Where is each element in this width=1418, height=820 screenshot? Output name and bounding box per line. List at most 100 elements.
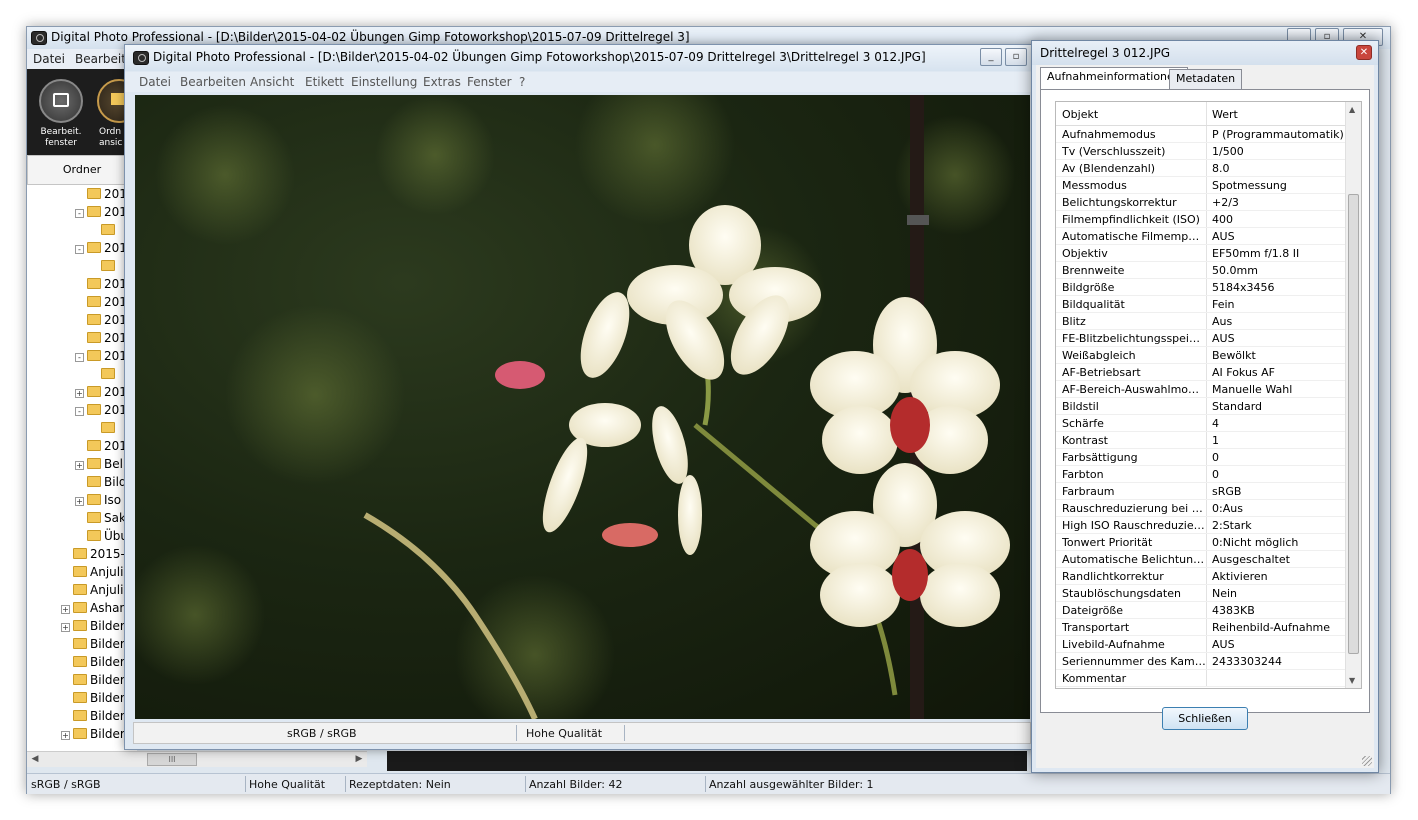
table-row[interactable]: Brennweite 50.0mm <box>1056 262 1347 279</box>
tree-item[interactable]: Anjuli c <box>61 565 134 583</box>
table-row[interactable]: Schärfe 4 <box>1056 415 1347 432</box>
table-row[interactable]: AF-Bereich-Auswahlmodus Manuelle Wahl <box>1056 381 1347 398</box>
table-row[interactable]: Weißabgleich Bewölkt <box>1056 347 1347 364</box>
expand-icon[interactable]: + <box>75 497 84 506</box>
tree-item[interactable] <box>89 259 118 277</box>
dialog-titlebar[interactable]: Drittelregel 3 012.JPG ✕ <box>1032 41 1378 65</box>
table-row[interactable]: Farbton 0 <box>1056 466 1347 483</box>
column-header-object[interactable]: Objekt <box>1062 108 1206 121</box>
tree-item[interactable] <box>89 223 118 241</box>
tree-item[interactable]: 201 <box>75 313 127 331</box>
expand-icon[interactable]: + <box>75 389 84 398</box>
table-row[interactable]: Seriennummer des Kamera... 2433303244 <box>1056 653 1347 670</box>
collapse-icon[interactable]: - <box>75 353 84 362</box>
table-row[interactable]: Automatische Filmempfindli... AUS <box>1056 228 1347 245</box>
folder-tree-hscrollbar[interactable]: ◀ III ▶ <box>27 751 367 767</box>
menu-bearbeiten[interactable]: Bearbeiten <box>180 75 246 89</box>
tree-item[interactable]: Bilder f <box>61 637 133 655</box>
tree-item[interactable] <box>89 421 118 439</box>
viewer-titlebar[interactable]: Digital Photo Professional - [D:\Bilder\… <box>125 45 1039 71</box>
collapse-icon[interactable]: - <box>75 209 84 218</box>
photo-orchid-image[interactable] <box>135 95 1030 719</box>
tree-item[interactable]: -201 <box>75 205 127 223</box>
table-row[interactable]: Bildgröße 5184x3456 <box>1056 279 1347 296</box>
collapse-icon[interactable]: - <box>75 407 84 416</box>
tab-aufnahmeinformationen[interactable]: Aufnahmeinformationen <box>1040 67 1188 89</box>
scroll-right-arrow-icon[interactable]: ▶ <box>351 752 367 767</box>
tree-item[interactable]: 201 <box>75 439 127 457</box>
table-row[interactable]: Tonwert Priorität 0:Nicht möglich <box>1056 534 1347 551</box>
table-row[interactable]: Livebild-Aufnahme AUS <box>1056 636 1347 653</box>
tree-item[interactable]: Bilder f <box>61 673 133 691</box>
expand-icon[interactable]: + <box>61 731 70 740</box>
tab-metadaten[interactable]: Metadaten <box>1169 69 1243 89</box>
table-vscrollbar[interactable]: ▲ ▼ <box>1345 102 1361 688</box>
tree-item[interactable]: + Iso <box>75 493 121 511</box>
tree-item[interactable]: 201 <box>75 187 127 205</box>
expand-icon[interactable]: + <box>61 623 70 632</box>
tree-item[interactable]: Bilder f <box>61 655 133 673</box>
expand-icon[interactable]: + <box>75 461 84 470</box>
filmstrip[interactable] <box>387 751 1027 771</box>
table-row[interactable]: Belichtungskorrektur +2/3 <box>1056 194 1347 211</box>
table-row[interactable]: Av (Blendenzahl) 8.0 <box>1056 160 1347 177</box>
table-row[interactable]: Staublöschungsdaten Nein <box>1056 585 1347 602</box>
table-row[interactable]: Bildstil Standard <box>1056 398 1347 415</box>
table-row[interactable]: Randlichtkorrektur Aktivieren <box>1056 568 1347 585</box>
vscroll-thumb[interactable] <box>1348 194 1359 654</box>
table-row[interactable]: Dateigröße 4383KB <box>1056 602 1347 619</box>
resize-grip-icon[interactable] <box>1362 756 1372 766</box>
tree-item[interactable]: -201 <box>75 403 127 421</box>
tree-item[interactable]: Bild <box>75 475 127 493</box>
table-row[interactable]: AF-Betriebsart AI Fokus AF <box>1056 364 1347 381</box>
scroll-up-arrow-icon[interactable]: ▲ <box>1349 105 1355 114</box>
menu-ansicht[interactable]: Ansicht <box>250 75 294 89</box>
folder-tree[interactable]: 201-201-201 201 201 201 201-201 +201-201 201 + B… <box>27 185 137 761</box>
menu-datei[interactable]: Datei <box>139 75 171 89</box>
table-row[interactable]: Transportart Reihenbild-Aufnahme <box>1056 619 1347 636</box>
dialog-close-icon[interactable]: ✕ <box>1356 45 1372 60</box>
edit-window-button[interactable] <box>39 79 83 123</box>
tree-item[interactable]: -201 <box>75 241 127 259</box>
menu-fenster[interactable]: Fenster <box>467 75 512 89</box>
menu-etikett[interactable]: Etikett <box>305 75 344 89</box>
table-row[interactable]: Filmempfindlichkeit (ISO) 400 <box>1056 211 1347 228</box>
shooting-info-table[interactable]: Objekt Wert Aufnahmemodus P (Programmauto… <box>1055 101 1362 689</box>
table-row[interactable]: Farbsättigung 0 <box>1056 449 1347 466</box>
menu-datei[interactable]: Datei <box>33 52 65 66</box>
collapse-icon[interactable]: - <box>75 245 84 254</box>
scroll-down-arrow-icon[interactable]: ▼ <box>1349 676 1355 685</box>
table-row[interactable]: Kontrast 1 <box>1056 432 1347 449</box>
tree-item[interactable]: 201 <box>75 277 127 295</box>
table-row[interactable]: Tv (Verschlusszeit) 1/500 <box>1056 143 1347 160</box>
table-row[interactable]: Automatische Belichtungso... Ausgeschalte… <box>1056 551 1347 568</box>
menu-extras[interactable]: Extras <box>423 75 461 89</box>
scroll-left-arrow-icon[interactable]: ◀ <box>27 752 43 767</box>
tree-item[interactable]: 201 <box>75 331 127 349</box>
tree-item[interactable]: Übu <box>75 529 128 547</box>
table-row[interactable]: Bildqualität Fein <box>1056 296 1347 313</box>
table-row[interactable]: Messmodus Spotmessung <box>1056 177 1347 194</box>
table-row[interactable]: Farbraum sRGB <box>1056 483 1347 500</box>
viewer-minimize-button[interactable]: _ <box>980 48 1002 66</box>
viewer-maximize-button[interactable]: ▫ <box>1005 48 1027 66</box>
tree-item[interactable]: + Bilder f <box>61 619 133 637</box>
table-row[interactable]: FE-Blitzbelichtungsspeicher... AUS <box>1056 330 1347 347</box>
menu-einstellung[interactable]: Einstellung <box>351 75 417 89</box>
table-row[interactable]: Aufnahmemodus P (Programmautomatik) <box>1056 126 1347 143</box>
column-header-value[interactable]: Wert <box>1212 108 1344 121</box>
tree-item[interactable] <box>89 367 118 385</box>
tree-item[interactable]: Anjuli, <box>61 583 127 601</box>
tree-item[interactable]: +201 <box>75 385 127 403</box>
tree-item[interactable]: 201 <box>75 295 127 313</box>
tree-item[interactable]: -201 <box>75 349 127 367</box>
table-row[interactable]: High ISO Rauschreduzierung 2:Stark <box>1056 517 1347 534</box>
table-row[interactable]: Objektiv EF50mm f/1.8 II <box>1056 245 1347 262</box>
table-row[interactable]: Kommentar <box>1056 670 1347 687</box>
table-row[interactable]: Blitz Aus <box>1056 313 1347 330</box>
expand-icon[interactable]: + <box>61 605 70 614</box>
hscroll-thumb[interactable]: III <box>147 753 197 766</box>
table-row[interactable]: Rauschreduzierung bei Lan... 0:Aus <box>1056 500 1347 517</box>
tree-item[interactable]: + Asham <box>61 601 131 619</box>
menu-help[interactable]: ? <box>519 75 525 89</box>
